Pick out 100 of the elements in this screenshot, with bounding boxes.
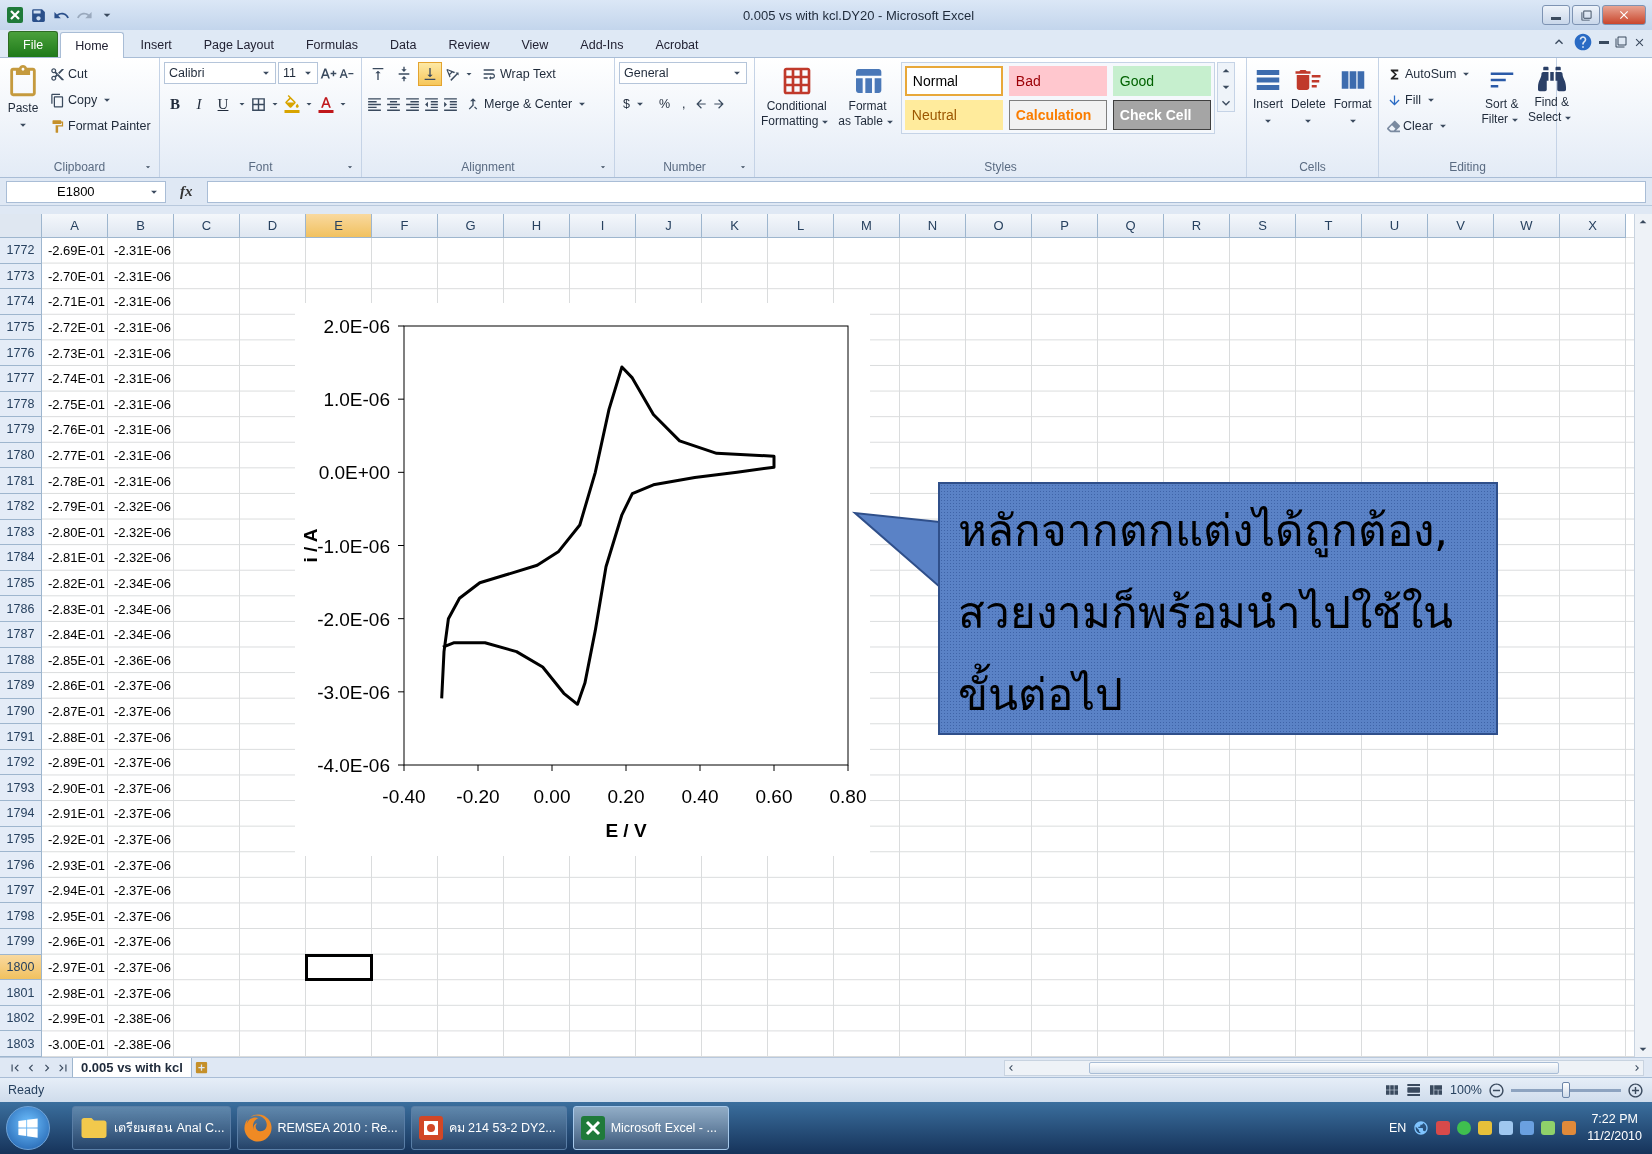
row-header[interactable]: 1773 [0, 263, 42, 290]
active-cell-outline[interactable] [305, 953, 373, 982]
sheet-tab[interactable]: 0.005 vs with kcl [72, 1057, 192, 1078]
increase-indent-icon[interactable] [442, 95, 459, 113]
column-header[interactable]: C [174, 214, 240, 238]
tray-icon[interactable] [1499, 1121, 1514, 1135]
cells-button[interactable]: Format [1331, 62, 1374, 131]
row-header[interactable]: 1803 [0, 1031, 42, 1057]
name-box[interactable]: E1800 [6, 180, 166, 203]
row-header[interactable]: 1776 [0, 340, 42, 366]
ribbon-tab[interactable]: Insert [125, 31, 187, 57]
align-right-icon[interactable] [404, 95, 421, 113]
fill-color-icon[interactable] [283, 95, 301, 113]
cell-style-option[interactable]: Normal [904, 66, 1003, 96]
help-icon[interactable] [1573, 32, 1593, 52]
format-as-table-button[interactable]: Format as Table [836, 62, 899, 132]
comma-button[interactable]: , [678, 92, 690, 116]
merge-center-button[interactable]: Merge & Center [461, 92, 594, 116]
row-header[interactable]: 1790 [0, 698, 42, 725]
column-header[interactable]: D [240, 214, 306, 238]
row-header[interactable]: 1781 [0, 468, 42, 494]
font-name-dropdown[interactable]: Calibri [164, 62, 276, 84]
sort-filter-button[interactable]: Sort & Filter [1479, 62, 1525, 130]
minimize-button[interactable] [1542, 5, 1570, 25]
currency-button[interactable]: $ [619, 92, 651, 116]
row-header[interactable]: 1774 [0, 289, 42, 315]
clock[interactable]: 7:22 PM 11/2/2010 [1583, 1111, 1646, 1145]
taskbar-item[interactable]: REMSEA 2010 : Re... [237, 1106, 405, 1150]
row-header[interactable]: 1801 [0, 980, 42, 1006]
copy-button[interactable]: Copy [46, 88, 155, 112]
row-header[interactable]: 1789 [0, 673, 42, 699]
row-header[interactable]: 1797 [0, 877, 42, 904]
find-select-button[interactable]: Find & Select [1526, 62, 1578, 128]
column-header[interactable]: E [306, 214, 372, 238]
zoom-level-text[interactable]: 100% [1450, 1083, 1482, 1097]
column-header[interactable]: W [1494, 214, 1560, 238]
ribbon-tab[interactable]: View [506, 31, 564, 57]
number-format-dropdown[interactable]: General [619, 62, 747, 84]
row-header[interactable]: 1779 [0, 417, 42, 443]
cell-style-option[interactable]: Bad [1008, 66, 1107, 96]
column-header[interactable]: K [702, 214, 768, 238]
cells-button[interactable]: Insert [1251, 62, 1285, 131]
row-header[interactable]: 1772 [0, 238, 42, 264]
font-size-dropdown[interactable]: 11 [278, 62, 318, 84]
tray-icon[interactable] [1457, 1121, 1472, 1135]
page-break-view-icon[interactable] [1428, 1082, 1444, 1098]
cells-button[interactable]: Delete [1289, 62, 1328, 131]
decrease-decimal-icon[interactable] [711, 97, 726, 111]
zoom-out-icon[interactable] [1488, 1081, 1505, 1099]
autosum-button[interactable]: AutoSum [1383, 62, 1478, 86]
wrap-text-button[interactable]: Wrap Text [477, 62, 560, 86]
column-header[interactable]: U [1362, 214, 1428, 238]
column-header[interactable]: M [834, 214, 900, 238]
clear-button[interactable]: Clear [1383, 114, 1478, 138]
column-header[interactable]: P [1032, 214, 1098, 238]
restore-icon[interactable] [1615, 36, 1627, 48]
align-left-icon[interactable] [366, 95, 383, 113]
taskbar-item[interactable]: เตรียมสอน Anal C... [72, 1106, 232, 1150]
file-tab[interactable]: File [8, 31, 59, 57]
taskbar-item[interactable]: คม 214 53-2 DY2... [410, 1106, 567, 1150]
formula-input[interactable] [206, 180, 1646, 203]
ribbon-tab[interactable]: Data [375, 31, 432, 57]
row-header[interactable]: 1792 [0, 749, 42, 776]
underline-button[interactable]: U [212, 92, 234, 116]
paste-button[interactable]: Paste [4, 62, 42, 135]
ribbon-tab[interactable]: Home [60, 32, 124, 58]
tray-icon[interactable] [1541, 1121, 1556, 1135]
zoom-slider-thumb[interactable] [1562, 1081, 1570, 1098]
row-header[interactable]: 1802 [0, 1005, 42, 1032]
row-header[interactable]: 1784 [0, 545, 42, 571]
row-header[interactable]: 1777 [0, 365, 42, 392]
fill-button[interactable]: Fill [1383, 88, 1478, 112]
cell-style-option[interactable]: Neutral [904, 100, 1003, 130]
font-color-icon[interactable] [317, 95, 335, 113]
zoom-in-icon[interactable] [1627, 1081, 1644, 1099]
row-header[interactable]: 1783 [0, 519, 42, 546]
tray-icon[interactable] [1520, 1121, 1535, 1135]
ribbon-tab[interactable]: Acrobat [640, 31, 714, 57]
row-header[interactable]: 1798 [0, 903, 42, 930]
row-header[interactable]: 1782 [0, 493, 42, 520]
column-header[interactable]: X [1560, 214, 1626, 238]
ribbon-tab[interactable]: Page Layout [188, 31, 289, 57]
decrease-indent-icon[interactable] [423, 95, 440, 113]
save-button[interactable] [30, 6, 47, 24]
column-header[interactable]: N [900, 214, 966, 238]
column-header[interactable]: Q [1098, 214, 1164, 238]
column-header[interactable]: T [1296, 214, 1362, 238]
row-header[interactable]: 1791 [0, 724, 42, 750]
row-header[interactable]: 1800 [0, 954, 42, 981]
row-header[interactable]: 1778 [0, 391, 42, 418]
row-header[interactable]: 1793 [0, 775, 42, 802]
column-header[interactable]: L [768, 214, 834, 238]
ribbon-tab[interactable]: Review [433, 31, 505, 57]
vertical-align-button[interactable] [418, 62, 442, 86]
conditional-formatting-button[interactable]: Conditional Formatting [759, 62, 835, 132]
taskbar-item[interactable]: Microsoft Excel - ... [572, 1106, 729, 1150]
tray-icon[interactable] [1478, 1121, 1493, 1135]
column-header[interactable]: R [1164, 214, 1230, 238]
row-header[interactable]: 1788 [0, 647, 42, 674]
row-header[interactable]: 1794 [0, 801, 42, 827]
